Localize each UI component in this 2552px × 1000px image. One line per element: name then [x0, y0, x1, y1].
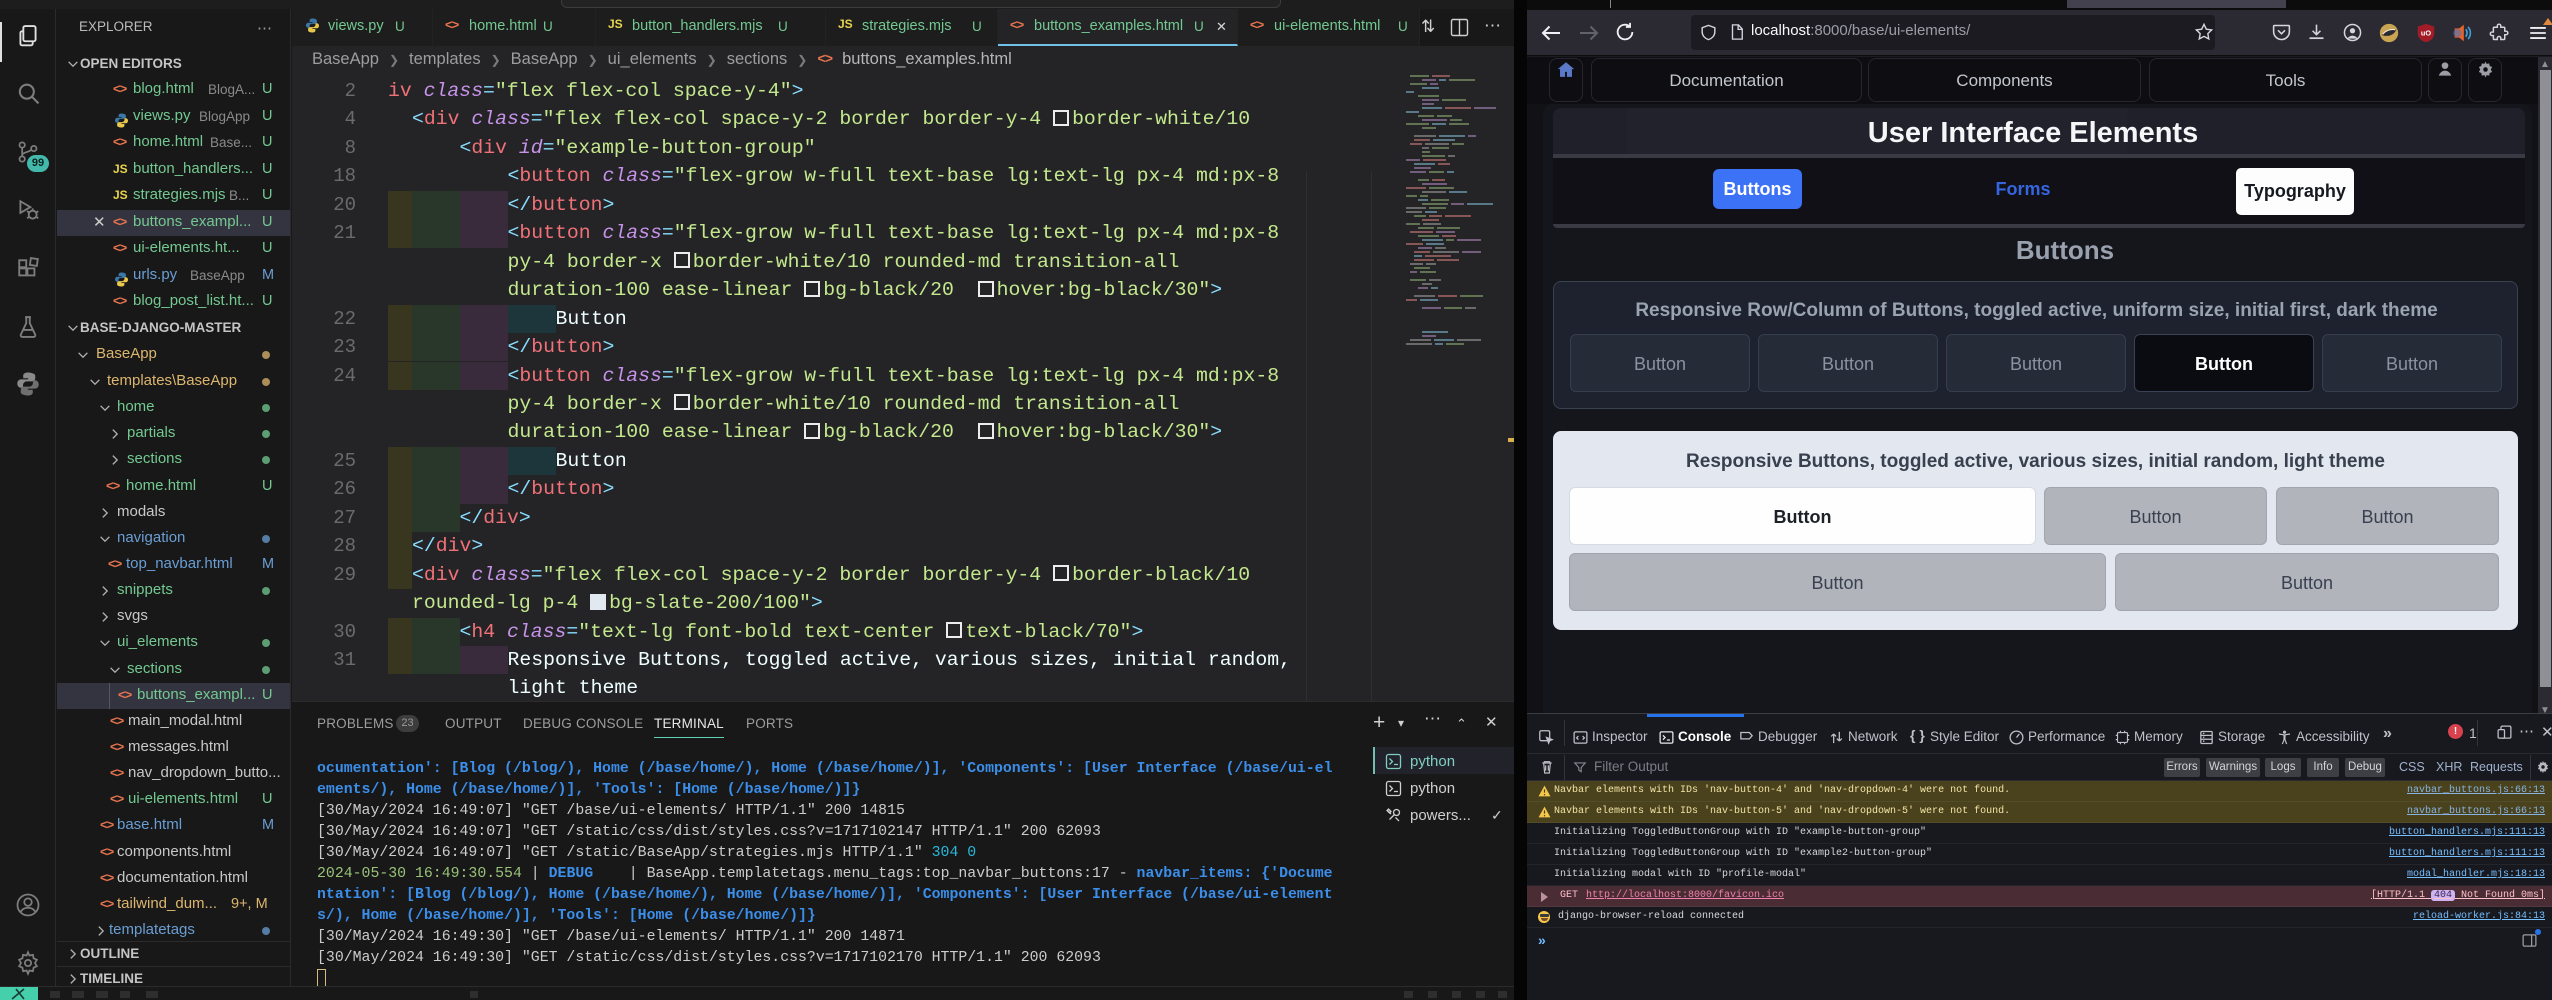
svg-text:uO: uO [2421, 28, 2431, 37]
